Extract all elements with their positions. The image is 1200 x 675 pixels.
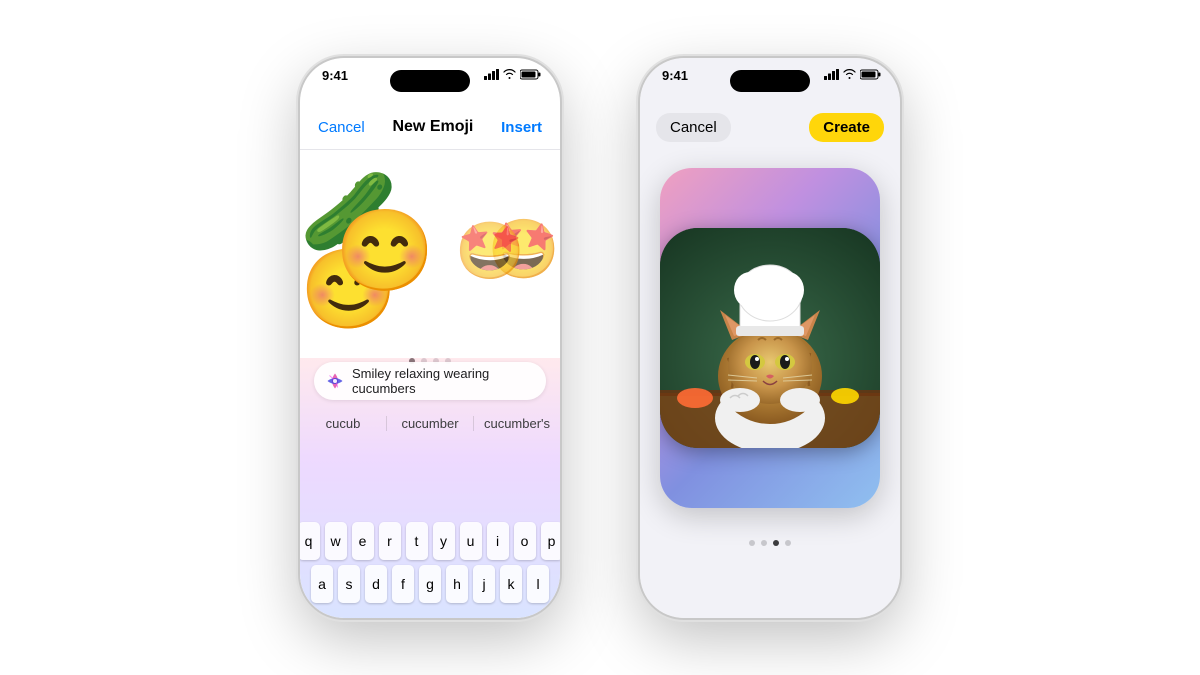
key-s[interactable]: s — [338, 565, 360, 603]
status-time-1: 9:41 — [322, 66, 348, 83]
search-pill[interactable]: Smiley relaxing wearing cucumbers — [314, 362, 546, 400]
nav-cancel-1[interactable]: Cancel — [318, 119, 365, 136]
create-button[interactable]: Create — [809, 113, 884, 142]
wifi-icon-1 — [503, 69, 516, 79]
key-e[interactable]: e — [352, 522, 374, 560]
dot2-4 — [785, 540, 791, 546]
key-d[interactable]: d — [365, 565, 387, 603]
phone-1: 9:41 — [300, 58, 560, 618]
dot2-1 — [749, 540, 755, 546]
signal-icon-2 — [824, 69, 839, 80]
keyboard: q w e r t y u i o p a s d f g h j k l — [300, 522, 560, 608]
autocomplete-3[interactable]: cucumber's — [474, 416, 560, 431]
key-j[interactable]: j — [473, 565, 495, 603]
ai-image-area — [660, 168, 880, 508]
battery-icon-2 — [860, 69, 882, 80]
key-u[interactable]: u — [460, 522, 482, 560]
cancel-button-2[interactable]: Cancel — [656, 113, 731, 142]
cat-chef-image — [660, 228, 880, 448]
key-t[interactable]: t — [406, 522, 428, 560]
signal-icon-1 — [484, 69, 499, 80]
phone2-screen: 9:41 — [640, 58, 900, 618]
key-row-1: q w e r t y u i o p — [304, 522, 556, 560]
battery-icon-1 — [520, 69, 542, 80]
search-text: Smiley relaxing wearing cucumbers — [352, 366, 534, 396]
emoji-alt[interactable]: 🤩 — [455, 218, 525, 284]
key-r[interactable]: r — [379, 522, 401, 560]
autocomplete-2[interactable]: cucumber — [387, 416, 474, 431]
status-time-2: 9:41 — [662, 66, 688, 83]
status-icons-2 — [824, 66, 882, 80]
dot2-2 — [761, 540, 767, 546]
key-k[interactable]: k — [500, 565, 522, 603]
key-w[interactable]: w — [325, 522, 347, 560]
key-i[interactable]: i — [487, 522, 509, 560]
emoji-display-row: 😊 🤩 — [300, 156, 560, 346]
key-o[interactable]: o — [514, 522, 536, 560]
nav-bar-1: Cancel New Emoji Insert — [300, 106, 560, 150]
autocomplete-1[interactable]: cucub — [300, 416, 387, 431]
phone-2: 9:41 — [640, 58, 900, 618]
key-f[interactable]: f — [392, 565, 414, 603]
key-q[interactable]: q — [300, 522, 320, 560]
dynamic-island-2 — [730, 70, 810, 92]
dynamic-island-1 — [390, 70, 470, 92]
nav-insert-1[interactable]: Insert — [501, 119, 542, 136]
key-g[interactable]: g — [419, 565, 441, 603]
dot2-3 — [773, 540, 779, 546]
key-y[interactable]: y — [433, 522, 455, 560]
key-h[interactable]: h — [446, 565, 468, 603]
phone2-nav: Cancel Create — [640, 106, 900, 150]
key-p[interactable]: p — [541, 522, 561, 560]
key-a[interactable]: a — [311, 565, 333, 603]
wifi-icon-2 — [843, 69, 856, 79]
status-icons-1 — [484, 66, 542, 80]
emoji-main[interactable]: 😊 — [335, 204, 435, 298]
phone1-screen: 9:41 — [300, 58, 560, 618]
autocomplete-bar: cucub cucumber cucumber's — [300, 405, 560, 443]
ai-icon — [326, 372, 344, 390]
key-row-2: a s d f g h j k l — [304, 565, 556, 603]
key-l[interactable]: l — [527, 565, 549, 603]
nav-title-1: New Emoji — [392, 118, 473, 136]
page-dots-2 — [640, 540, 900, 546]
